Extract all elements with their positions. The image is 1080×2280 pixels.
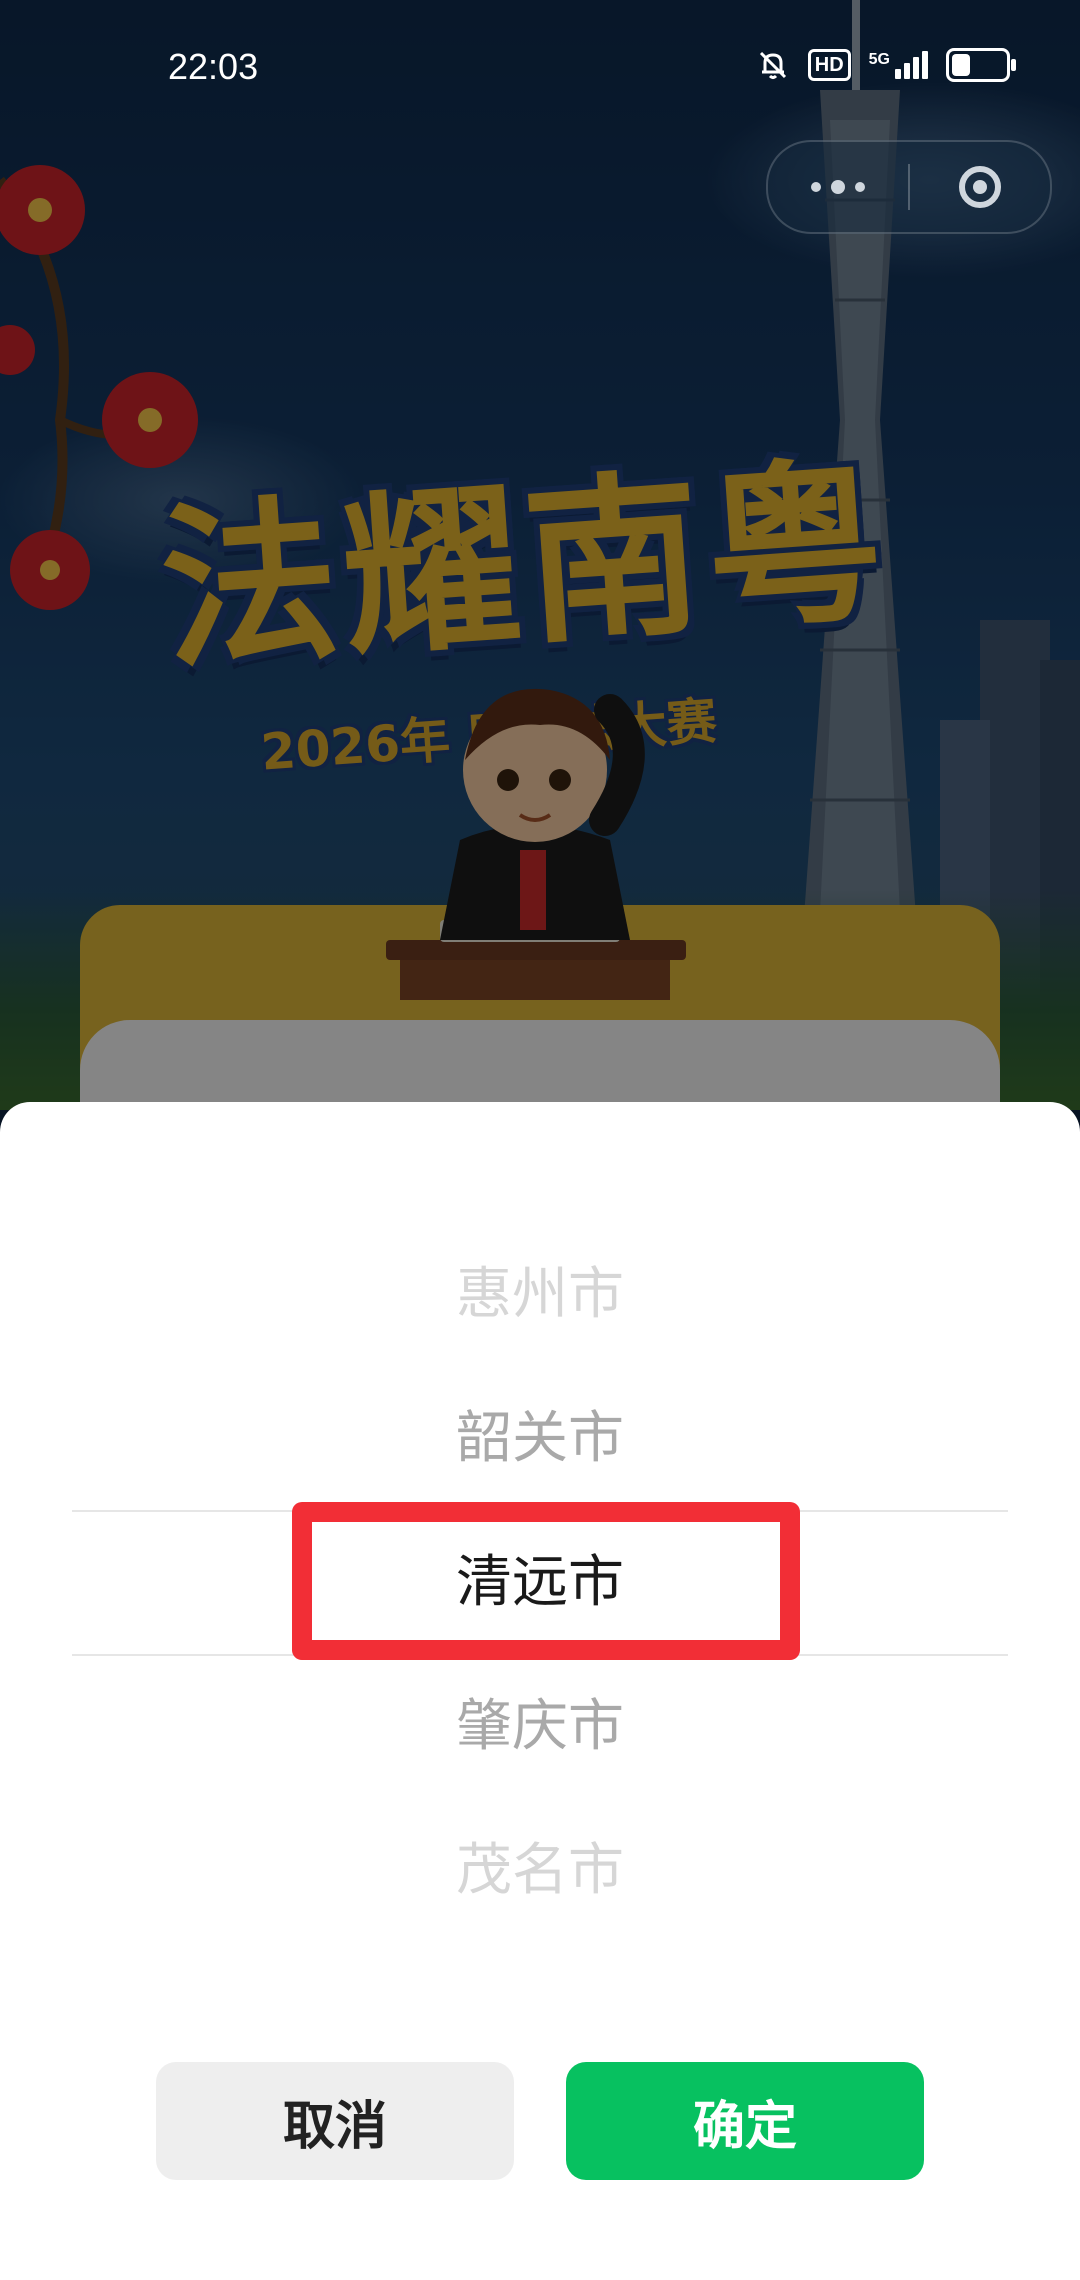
more-dots-icon[interactable] <box>768 142 908 232</box>
battery-icon <box>946 48 1016 82</box>
hd-icon: HD <box>807 49 851 81</box>
picker-option[interactable]: 韶关市 <box>0 1399 1080 1479</box>
status-bar: 22:03 HD 5G <box>0 0 1080 140</box>
picker-option[interactable]: 惠州市 <box>0 1255 1080 1335</box>
city-picker-sheet: 惠州市 韶关市 清远市 肇庆市 茂名市 取消 确定 <box>0 1102 1080 2280</box>
signal-icon: 5G <box>869 51 928 79</box>
network-type: 5G <box>868 51 890 68</box>
miniprogram-capsule <box>766 140 1052 234</box>
city-picker-wheel[interactable]: 惠州市 韶关市 清远市 肇庆市 茂名市 <box>0 1102 1080 2002</box>
confirm-button[interactable]: 确定 <box>566 2062 924 2180</box>
bell-muted-icon <box>759 51 786 79</box>
picker-option[interactable]: 茂名市 <box>0 1831 1080 1911</box>
picker-option[interactable]: 肇庆市 <box>0 1687 1080 1767</box>
target-close-icon[interactable] <box>910 142 1050 232</box>
red-highlight-box <box>292 1502 800 1660</box>
cancel-button[interactable]: 取消 <box>156 2062 514 2180</box>
status-time: 22:03 <box>168 46 259 87</box>
